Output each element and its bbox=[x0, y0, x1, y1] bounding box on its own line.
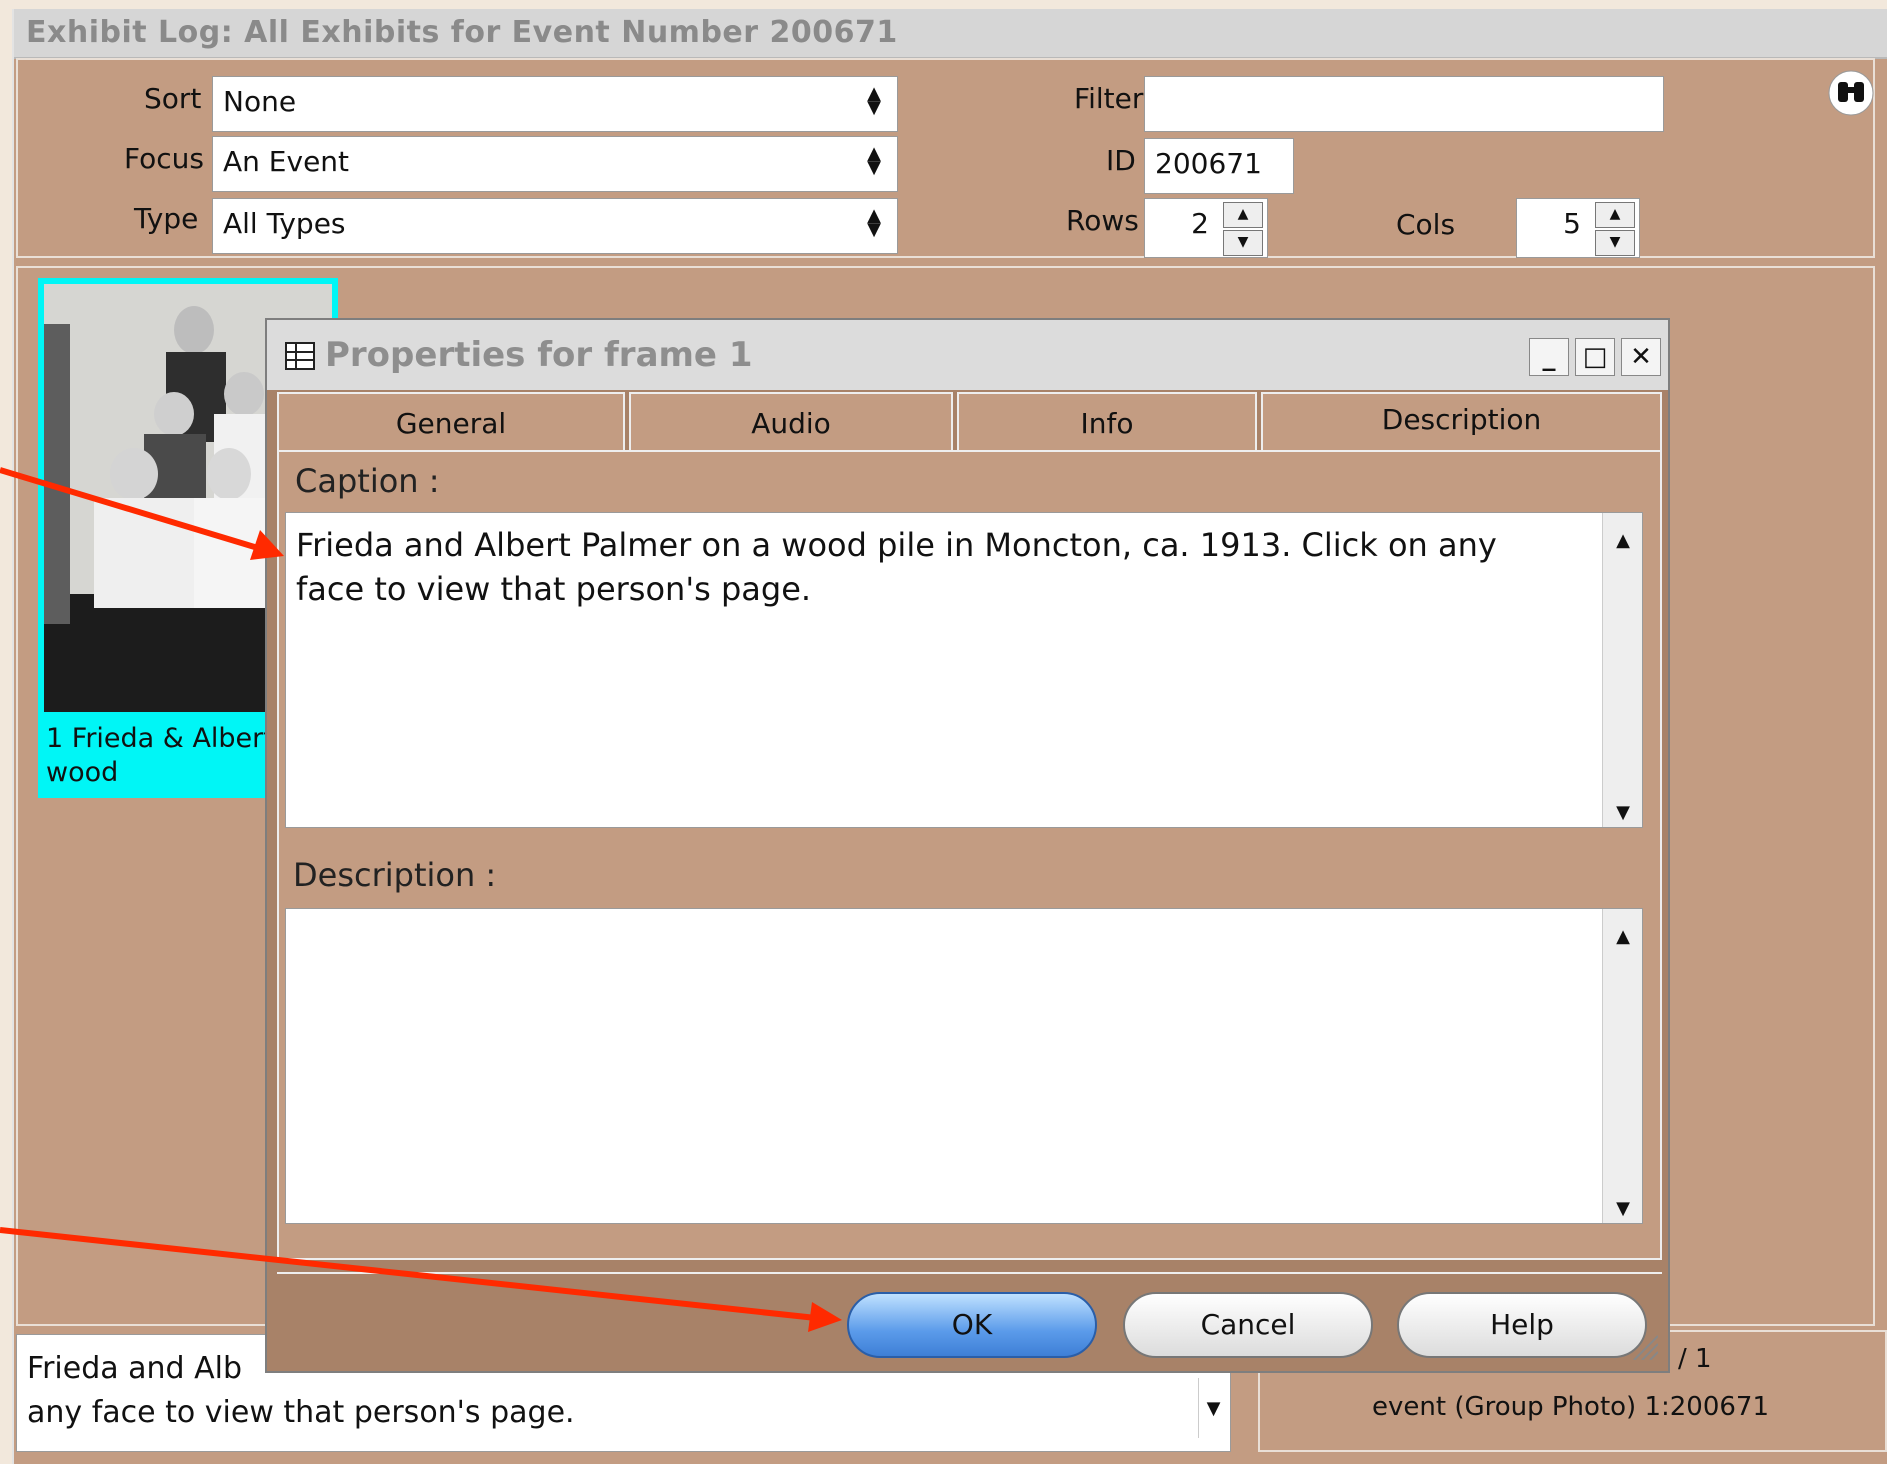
id-label: ID bbox=[1106, 144, 1136, 177]
scroll-up-icon[interactable]: ▲ bbox=[1609, 519, 1637, 551]
rows-value: 2 bbox=[1191, 207, 1209, 240]
rows-label: Rows bbox=[1066, 204, 1139, 237]
type-label: Type bbox=[134, 202, 199, 235]
type-value: All Types bbox=[223, 207, 346, 240]
id-input[interactable]: 200671 bbox=[1144, 138, 1294, 194]
exhibit-reference: event (Group Photo) 1:200671 bbox=[1372, 1392, 1770, 1422]
caption-label: Caption : bbox=[295, 462, 440, 500]
window-title: Exhibit Log: All Exhibits for Event Numb… bbox=[26, 15, 898, 50]
focus-value: An Event bbox=[223, 145, 350, 178]
dialog-tabs: General Audio Info Description bbox=[277, 392, 1662, 458]
window-title-bar[interactable]: Exhibit Log: All Exhibits for Event Numb… bbox=[14, 9, 1887, 59]
sort-select[interactable]: None ▲ ▼ bbox=[212, 76, 898, 132]
dialog-title: Properties for frame 1 bbox=[325, 335, 753, 375]
stepper-up-icon[interactable]: ▲ bbox=[1223, 202, 1263, 228]
maximize-icon[interactable]: □ bbox=[1575, 338, 1615, 376]
caption-preview-line2: any face to view that person's page. bbox=[27, 1395, 575, 1430]
rows-stepper[interactable]: 2 ▲ ▼ bbox=[1144, 198, 1268, 258]
sort-label: Sort bbox=[144, 82, 202, 115]
cols-label: Cols bbox=[1396, 208, 1456, 241]
cancel-button[interactable]: Cancel bbox=[1123, 1292, 1373, 1358]
scroll-up-icon[interactable]: ▲ bbox=[1609, 915, 1637, 947]
dialog-title-bar[interactable]: Properties for frame 1 _ □ ✕ bbox=[267, 320, 1668, 390]
properties-icon bbox=[285, 342, 315, 370]
caption-textarea[interactable]: Frieda and Albert Palmer on a wood pile … bbox=[285, 512, 1643, 828]
caption-scrollbar[interactable]: ▲ ▼ bbox=[1602, 513, 1642, 827]
description-scrollbar[interactable]: ▲ ▼ bbox=[1602, 909, 1642, 1223]
cols-value: 5 bbox=[1563, 207, 1581, 240]
stepper-down-icon[interactable]: ▼ bbox=[1595, 230, 1635, 256]
resize-grip-icon[interactable] bbox=[1630, 1332, 1659, 1361]
dialog-footer: OK Cancel Help bbox=[277, 1272, 1662, 1364]
focus-label: Focus bbox=[124, 142, 204, 175]
tab-info[interactable]: Info bbox=[957, 392, 1257, 454]
description-textarea[interactable]: ▲ ▼ bbox=[285, 908, 1643, 1224]
filter-label: Filter bbox=[1074, 82, 1144, 115]
focus-select[interactable]: An Event ▲ ▼ bbox=[212, 136, 898, 192]
description-panel: Caption : Frieda and Albert Palmer on a … bbox=[277, 450, 1662, 1260]
updown-arrows-icon: ▲ ▼ bbox=[867, 205, 881, 240]
binoculars-icon[interactable] bbox=[1828, 70, 1874, 116]
sort-value: None bbox=[223, 85, 297, 118]
stepper-down-icon[interactable]: ▼ bbox=[1223, 230, 1263, 256]
minimize-icon[interactable]: _ bbox=[1529, 338, 1569, 376]
filter-input[interactable] bbox=[1144, 76, 1664, 132]
scroll-down-icon[interactable]: ▼ bbox=[1609, 1187, 1637, 1219]
tab-description[interactable]: Description bbox=[1261, 392, 1662, 458]
page-counter: / 1 bbox=[1678, 1344, 1712, 1374]
updown-arrows-icon: ▲ ▼ bbox=[867, 143, 881, 178]
properties-dialog: Properties for frame 1 _ □ ✕ General Aud… bbox=[265, 318, 1670, 1373]
tab-general[interactable]: General bbox=[277, 392, 625, 454]
toolbar: Sort None ▲ ▼ Focus An Event ▲ ▼ Type All … bbox=[16, 58, 1875, 258]
caption-text: Frieda and Albert Palmer on a wood pile … bbox=[296, 526, 1497, 608]
help-button[interactable]: Help bbox=[1397, 1292, 1647, 1358]
tab-audio[interactable]: Audio bbox=[629, 392, 953, 454]
type-select[interactable]: All Types ▲ ▼ bbox=[212, 198, 898, 254]
updown-arrows-icon: ▲ ▼ bbox=[867, 83, 881, 118]
cols-stepper[interactable]: 5 ▲ ▼ bbox=[1516, 198, 1640, 258]
scroll-down-icon[interactable]: ▼ bbox=[1198, 1378, 1228, 1438]
scroll-down-icon[interactable]: ▼ bbox=[1609, 791, 1637, 823]
ok-button[interactable]: OK bbox=[847, 1292, 1097, 1358]
close-icon[interactable]: ✕ bbox=[1621, 338, 1661, 376]
description-label: Description : bbox=[293, 856, 497, 894]
stepper-up-icon[interactable]: ▲ bbox=[1595, 202, 1635, 228]
